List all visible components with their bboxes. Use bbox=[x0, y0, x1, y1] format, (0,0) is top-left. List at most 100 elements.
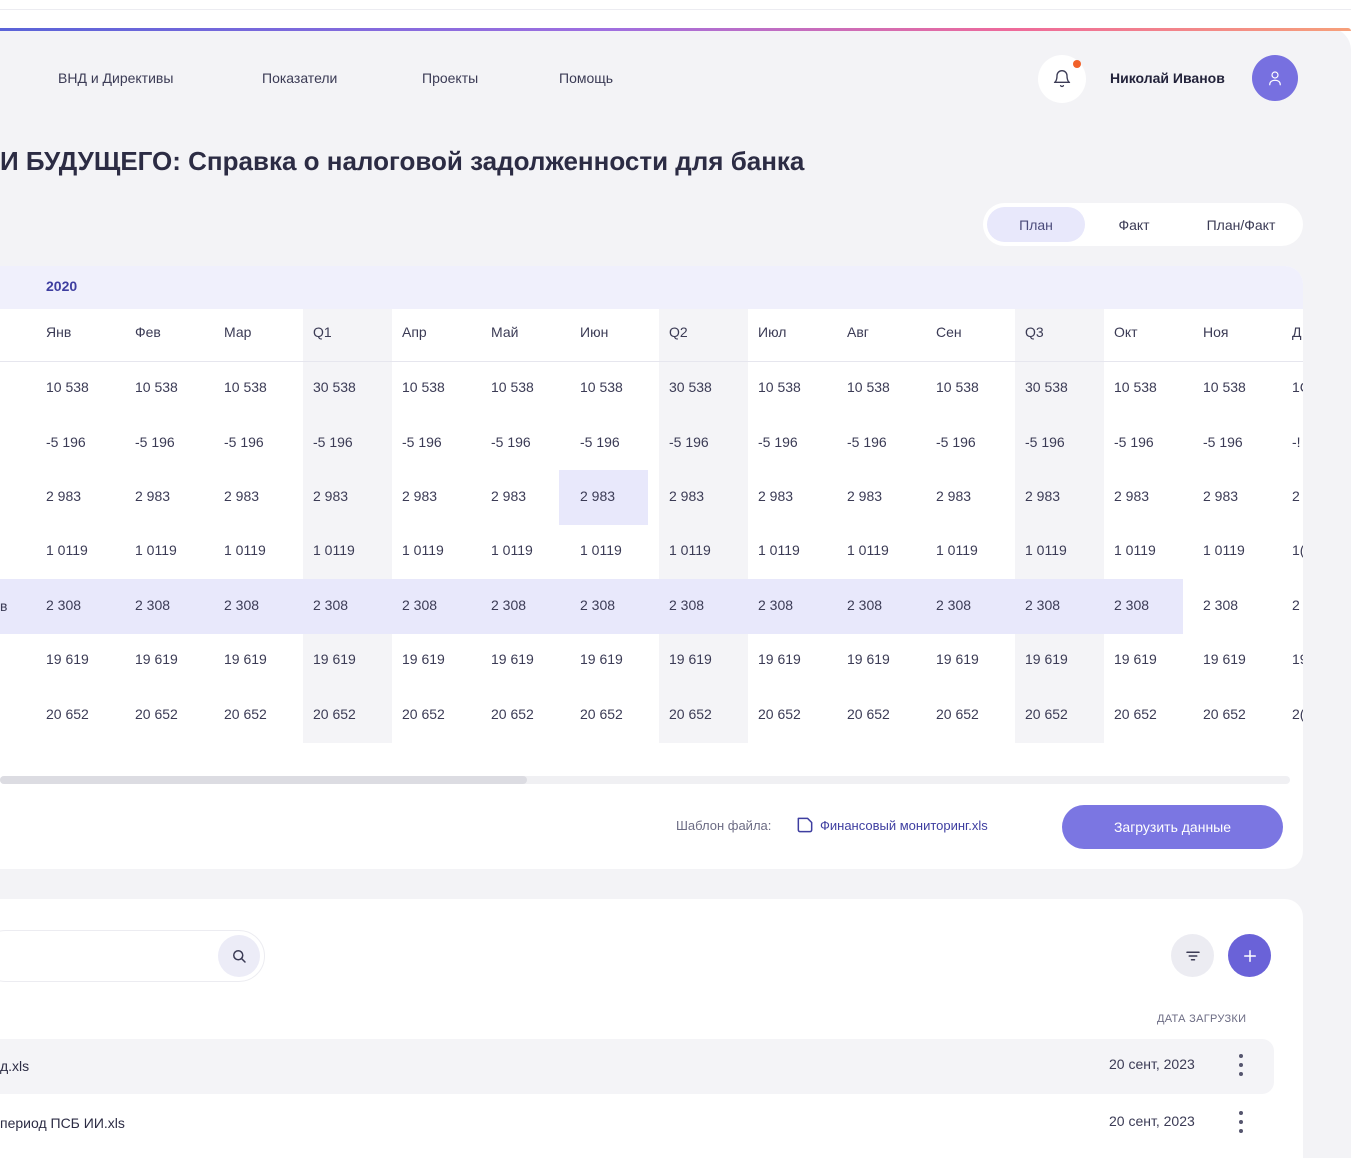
file-row[interactable] bbox=[0, 1096, 1274, 1151]
table-cell[interactable]: -5 196 bbox=[1114, 434, 1154, 450]
table-cell[interactable]: -! bbox=[1292, 434, 1301, 450]
row-menu-button[interactable] bbox=[1236, 1111, 1246, 1133]
table-cell[interactable]: 2 308 bbox=[1025, 597, 1060, 613]
table-cell[interactable]: 1 0119 bbox=[46, 542, 88, 558]
toggle-fact[interactable]: Факт bbox=[1085, 207, 1183, 242]
table-cell[interactable]: 2 308 bbox=[402, 597, 437, 613]
table-cell[interactable]: -5 196 bbox=[669, 434, 709, 450]
table-cell[interactable]: 2 308 bbox=[758, 597, 793, 613]
table-cell[interactable]: 20 652 bbox=[313, 706, 356, 722]
table-cell[interactable]: 19 619 bbox=[1203, 651, 1246, 667]
table-cell[interactable]: 2 308 bbox=[847, 597, 882, 613]
table-cell[interactable]: 2 308 bbox=[936, 597, 971, 613]
file-name[interactable]: период ПСБ ИИ.xls bbox=[0, 1115, 125, 1131]
table-cell[interactable]: 1 0119 bbox=[1025, 542, 1067, 558]
table-cell[interactable]: 10 538 bbox=[580, 379, 623, 395]
table-cell[interactable]: 10 538 bbox=[46, 379, 89, 395]
table-cell[interactable]: 19 619 bbox=[1025, 651, 1068, 667]
table-cell[interactable]: -5 196 bbox=[46, 434, 86, 450]
table-cell[interactable]: 1 0119 bbox=[491, 542, 533, 558]
table-cell[interactable]: 1C bbox=[1292, 379, 1303, 395]
table-cell[interactable]: 2 308 bbox=[580, 597, 615, 613]
table-cell[interactable]: 2 983 bbox=[936, 488, 971, 504]
table-cell[interactable]: -5 196 bbox=[135, 434, 175, 450]
table-cell[interactable]: 2 308 bbox=[46, 597, 81, 613]
table-cell[interactable]: 30 538 bbox=[1025, 379, 1068, 395]
table-cell[interactable]: 10 538 bbox=[936, 379, 979, 395]
table-cell[interactable]: 2 308 bbox=[135, 597, 170, 613]
table-cell[interactable]: 1 0119 bbox=[1114, 542, 1156, 558]
table-cell[interactable]: -5 196 bbox=[1203, 434, 1243, 450]
table-cell[interactable]: 20 652 bbox=[402, 706, 445, 722]
table-cell[interactable]: 20 652 bbox=[1114, 706, 1157, 722]
table-cell[interactable]: 2 983 bbox=[1203, 488, 1238, 504]
table-cell[interactable]: 20 652 bbox=[224, 706, 267, 722]
template-file-link[interactable]: Финансовый мониторинг.xls bbox=[820, 818, 988, 833]
row-menu-button[interactable] bbox=[1236, 1054, 1246, 1076]
table-cell[interactable]: 2( bbox=[1292, 706, 1303, 722]
table-cell[interactable]: 19 619 bbox=[1114, 651, 1157, 667]
table-cell[interactable]: 30 538 bbox=[669, 379, 712, 395]
table-cell[interactable]: 1 0119 bbox=[224, 542, 266, 558]
table-cell[interactable]: -5 196 bbox=[580, 434, 620, 450]
table-cell[interactable]: 2 308 bbox=[491, 597, 526, 613]
table-cell[interactable]: 19 619 bbox=[402, 651, 445, 667]
table-cell[interactable]: 19 619 bbox=[580, 651, 623, 667]
nav-item-vnd[interactable]: ВНД и Директивы bbox=[58, 70, 173, 86]
table-cell[interactable]: 2 983 bbox=[1114, 488, 1149, 504]
table-cell[interactable]: 2 983 bbox=[402, 488, 437, 504]
toggle-plan-fact[interactable]: План/Факт bbox=[1183, 207, 1299, 242]
nav-item-projects[interactable]: Проекты bbox=[422, 70, 478, 86]
add-file-button[interactable] bbox=[1228, 934, 1271, 977]
table-cell[interactable]: 2 983 bbox=[580, 488, 615, 504]
filter-button[interactable] bbox=[1171, 934, 1214, 977]
table-cell[interactable]: -5 196 bbox=[1025, 434, 1065, 450]
file-name[interactable]: д.xls bbox=[0, 1058, 29, 1074]
table-cell[interactable]: 2 983 bbox=[758, 488, 793, 504]
table-cell[interactable]: 19 619 bbox=[46, 651, 89, 667]
table-cell[interactable]: 2 983 bbox=[224, 488, 259, 504]
table-cell[interactable]: 19 619 bbox=[224, 651, 267, 667]
table-cell[interactable]: 2 bbox=[1292, 488, 1300, 504]
table-cell[interactable]: -5 196 bbox=[758, 434, 798, 450]
table-cell[interactable]: 20 652 bbox=[669, 706, 712, 722]
table-cell[interactable]: 1 0119 bbox=[847, 542, 889, 558]
table-cell[interactable]: 1 0119 bbox=[580, 542, 622, 558]
table-cell[interactable]: 2 983 bbox=[313, 488, 348, 504]
file-row[interactable] bbox=[0, 1039, 1274, 1094]
table-cell[interactable]: 20 652 bbox=[1025, 706, 1068, 722]
table-cell[interactable]: -5 196 bbox=[224, 434, 264, 450]
table-cell[interactable]: 1 0119 bbox=[1203, 542, 1245, 558]
table-cell[interactable]: 19 619 bbox=[669, 651, 712, 667]
horizontal-scroll-thumb[interactable] bbox=[0, 776, 527, 784]
table-cell[interactable]: 1 0119 bbox=[669, 542, 711, 558]
table-cell[interactable]: 2 983 bbox=[847, 488, 882, 504]
table-cell[interactable]: 10 538 bbox=[758, 379, 801, 395]
table-cell[interactable]: -5 196 bbox=[402, 434, 442, 450]
table-cell[interactable]: 2 308 bbox=[224, 597, 259, 613]
table-cell[interactable]: 2 983 bbox=[46, 488, 81, 504]
table-cell[interactable]: 2 983 bbox=[1025, 488, 1060, 504]
table-cell[interactable]: 19 619 bbox=[847, 651, 890, 667]
table-cell[interactable]: 20 652 bbox=[580, 706, 623, 722]
table-cell[interactable]: 1 0119 bbox=[402, 542, 444, 558]
table-cell[interactable]: 2 308 bbox=[1114, 597, 1149, 613]
table-cell[interactable]: 2 308 bbox=[1203, 597, 1238, 613]
table-cell[interactable]: 10 538 bbox=[135, 379, 178, 395]
table-cell[interactable]: 19 619 bbox=[758, 651, 801, 667]
table-cell[interactable]: 19 619 bbox=[936, 651, 979, 667]
upload-data-button[interactable]: Загрузить данные bbox=[1062, 805, 1283, 849]
table-cell[interactable]: 20 652 bbox=[758, 706, 801, 722]
table-cell[interactable]: 20 652 bbox=[46, 706, 89, 722]
table-cell[interactable]: 10 538 bbox=[1114, 379, 1157, 395]
table-cell[interactable]: 10 538 bbox=[491, 379, 534, 395]
nav-item-help[interactable]: Помощь bbox=[559, 70, 613, 86]
table-cell[interactable]: -5 196 bbox=[313, 434, 353, 450]
search-button[interactable] bbox=[218, 935, 260, 977]
table-cell[interactable]: 2 983 bbox=[669, 488, 704, 504]
table-cell[interactable]: -5 196 bbox=[936, 434, 976, 450]
table-cell[interactable]: -5 196 bbox=[491, 434, 531, 450]
table-cell[interactable]: 19 619 bbox=[313, 651, 356, 667]
table-cell[interactable]: 10 538 bbox=[1203, 379, 1246, 395]
avatar[interactable] bbox=[1252, 55, 1298, 101]
